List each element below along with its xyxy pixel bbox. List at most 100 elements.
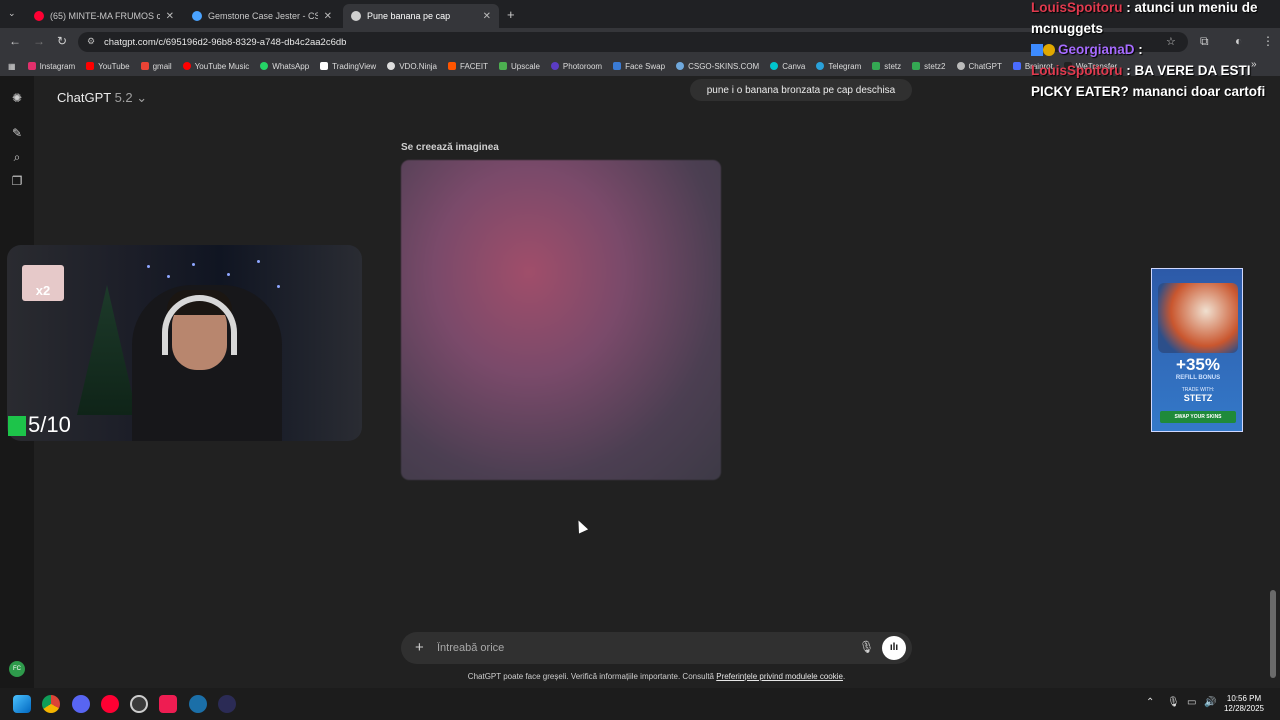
csgo-favicon-icon bbox=[192, 11, 202, 21]
ad-subtitle: REFILL BONUS bbox=[1175, 375, 1221, 381]
ad-artwork bbox=[1158, 283, 1238, 353]
counter-icon bbox=[8, 416, 26, 437]
site-info-icon[interactable]: ⚙ bbox=[87, 36, 95, 47]
face-swap-icon bbox=[613, 62, 622, 70]
close-tab-icon[interactable]: ✕ bbox=[483, 11, 491, 22]
bookmark-label: ChatGPT bbox=[968, 61, 1002, 71]
close-tab-icon[interactable]: ✕ bbox=[166, 11, 174, 22]
address-bar[interactable]: ⚙ chatgpt.com/c/695196d2-96b8-8329-a748-… bbox=[78, 32, 1188, 52]
bookmark-upscale[interactable]: Upscale bbox=[499, 62, 540, 71]
bookmark-chatgpt[interactable]: ChatGPT bbox=[956, 61, 1002, 71]
youtube-favicon-icon bbox=[34, 11, 44, 21]
page-scrollbar[interactable] bbox=[1270, 590, 1276, 678]
bookmark-stetz2[interactable]: stetz2 bbox=[912, 61, 946, 71]
obs-icon[interactable] bbox=[130, 695, 148, 713]
windows-start-icon[interactable] bbox=[13, 695, 31, 713]
bookmark-photoroom[interactable]: Photoroom bbox=[550, 62, 602, 71]
reload-icon[interactable]: ↻ bbox=[57, 34, 67, 48]
tray-display-icon[interactable]: ▭ bbox=[1187, 697, 1196, 708]
chat-user: LouisSpoitoru bbox=[1031, 63, 1123, 78]
youtube-music-icon bbox=[182, 62, 191, 70]
tray-mic-icon[interactable]: 🎙 bbox=[1167, 697, 1180, 708]
chat-message: LouisSpoitoru : atunci un meniu de mcnug… bbox=[1031, 0, 1280, 39]
chat-message: GeorgianaD : bbox=[1031, 39, 1280, 60]
tiktok-icon[interactable] bbox=[159, 695, 177, 713]
tray-volume-icon[interactable]: 🔊 bbox=[1204, 697, 1216, 708]
bookmark-youtube[interactable]: YouTube bbox=[86, 62, 130, 71]
led-light bbox=[257, 260, 260, 263]
new-chat-icon[interactable]: ✎ bbox=[10, 126, 24, 140]
multiplier-badge: x2 bbox=[22, 265, 64, 301]
apps-icon[interactable]: ▦ bbox=[8, 62, 16, 71]
ad-percent: +35% bbox=[1176, 355, 1220, 374]
prompt-input[interactable] bbox=[437, 638, 837, 658]
bookmark-youtube-music[interactable]: YouTube Music bbox=[182, 62, 249, 71]
chrome-icon[interactable] bbox=[42, 695, 60, 713]
add-attachment-icon[interactable]: + bbox=[415, 639, 424, 656]
bookmark-faceit[interactable]: FACEIT bbox=[448, 62, 488, 71]
bookmark-stetz[interactable]: stetz bbox=[872, 62, 901, 71]
microphone-icon[interactable]: 🎙 bbox=[859, 640, 874, 654]
vdo-ninja-icon bbox=[387, 62, 396, 70]
discord-icon[interactable] bbox=[72, 695, 90, 713]
brainrot-icon bbox=[1012, 62, 1021, 70]
ad-brand: STETZ bbox=[1183, 393, 1213, 403]
bookmark-label: WhatsApp bbox=[272, 61, 310, 71]
system-clock[interactable]: 10:56 PM 12/28/2025 bbox=[1222, 694, 1266, 714]
bookmark-label: gmail bbox=[152, 61, 172, 71]
model-picker[interactable]: ChatGPT 5.2 ⌄ bbox=[57, 90, 147, 106]
chat-user: GeorgianaD bbox=[1058, 42, 1135, 57]
bookmark-canva[interactable]: Canva bbox=[770, 62, 805, 71]
openai-logo-icon[interactable]: ✺ bbox=[10, 91, 24, 105]
bookmark-label: FACEIT bbox=[460, 61, 489, 71]
forward-icon[interactable]: → bbox=[33, 34, 45, 48]
whatsapp-icon bbox=[260, 62, 269, 70]
generating-image-placeholder bbox=[401, 160, 721, 480]
tray-chevron-icon[interactable]: ⌃ bbox=[1146, 697, 1154, 708]
sponsor-ad[interactable]: +35% REFILL BONUS TRADE WITH: STETZ SWAP… bbox=[1151, 268, 1243, 432]
canva-icon bbox=[770, 62, 779, 70]
badge-icon bbox=[1031, 44, 1043, 57]
led-light bbox=[147, 265, 150, 268]
bookmark-whatsapp[interactable]: WhatsApp bbox=[260, 62, 309, 71]
telegram-icon bbox=[816, 62, 825, 70]
tab-title: (65) MINTE-MA FRUMOS cu Em bbox=[50, 11, 160, 21]
voice-mode-button[interactable]: ılı bbox=[882, 636, 906, 660]
bookmark-face-swap[interactable]: Face Swap bbox=[613, 62, 665, 71]
bookmark-telegram[interactable]: Telegram bbox=[816, 62, 861, 71]
stetz2-icon bbox=[912, 62, 921, 70]
bookmark-gmail[interactable]: gmail bbox=[140, 61, 172, 71]
bookmark-label: stetz bbox=[884, 61, 902, 71]
bookmark-vdo-ninja[interactable]: VDO.Ninja bbox=[387, 62, 437, 71]
search-icon[interactable]: ⌕ bbox=[10, 150, 24, 164]
bookmark-tradingview[interactable]: TradingView bbox=[320, 62, 376, 71]
bookmark-instagram[interactable]: Instagram bbox=[27, 62, 75, 71]
bookmark-csgo-skins[interactable]: CSGO-SKINS.COM bbox=[676, 62, 759, 71]
tab-chatgpt-active[interactable]: Pune banana pe cap ✕ bbox=[343, 4, 499, 28]
back-icon[interactable]: ← bbox=[9, 34, 21, 48]
tab-csgo[interactable]: Gemstone Case Jester - CSGO- ✕ bbox=[184, 4, 340, 28]
ad-cta-button[interactable]: SWAP YOUR SKINS bbox=[1160, 411, 1236, 423]
cookie-preferences-link[interactable]: Preferințele privind modulele cookie bbox=[716, 672, 843, 681]
new-tab-icon[interactable]: + bbox=[507, 7, 515, 22]
faceit-icon bbox=[448, 62, 456, 70]
tab-search-icon[interactable]: ⌄ bbox=[8, 8, 16, 19]
tab-youtube[interactable]: (65) MINTE-MA FRUMOS cu Em ✕ bbox=[26, 4, 182, 28]
csgo-skins-icon bbox=[676, 62, 685, 70]
user-avatar[interactable]: FC bbox=[9, 661, 25, 677]
clock-time: 10:56 PM bbox=[1226, 694, 1262, 703]
youtube-icon[interactable] bbox=[101, 695, 119, 713]
bookmark-label: TradingView bbox=[332, 61, 377, 71]
steam-icon[interactable] bbox=[189, 695, 207, 713]
disclaimer-text: ChatGPT poate face greșeli. Verifică inf… bbox=[467, 672, 714, 681]
disclaimer: ChatGPT poate face greșeli. Verifică inf… bbox=[401, 672, 912, 681]
mouse-cursor-icon bbox=[573, 518, 589, 534]
library-icon[interactable]: ❐ bbox=[10, 174, 24, 188]
tab-title: Pune banana pe cap bbox=[367, 11, 451, 21]
app-icon[interactable] bbox=[218, 695, 236, 713]
close-tab-icon[interactable]: ✕ bbox=[324, 11, 332, 22]
bookmark-label: stetz2 bbox=[924, 61, 946, 71]
bookmark-label: CSGO-SKINS.COM bbox=[688, 61, 760, 71]
chat-user: LouisSpoitoru bbox=[1031, 0, 1123, 15]
chat-message: LouisSpoitoru : BA VERE DA ESTI PICKY EA… bbox=[1031, 60, 1280, 102]
